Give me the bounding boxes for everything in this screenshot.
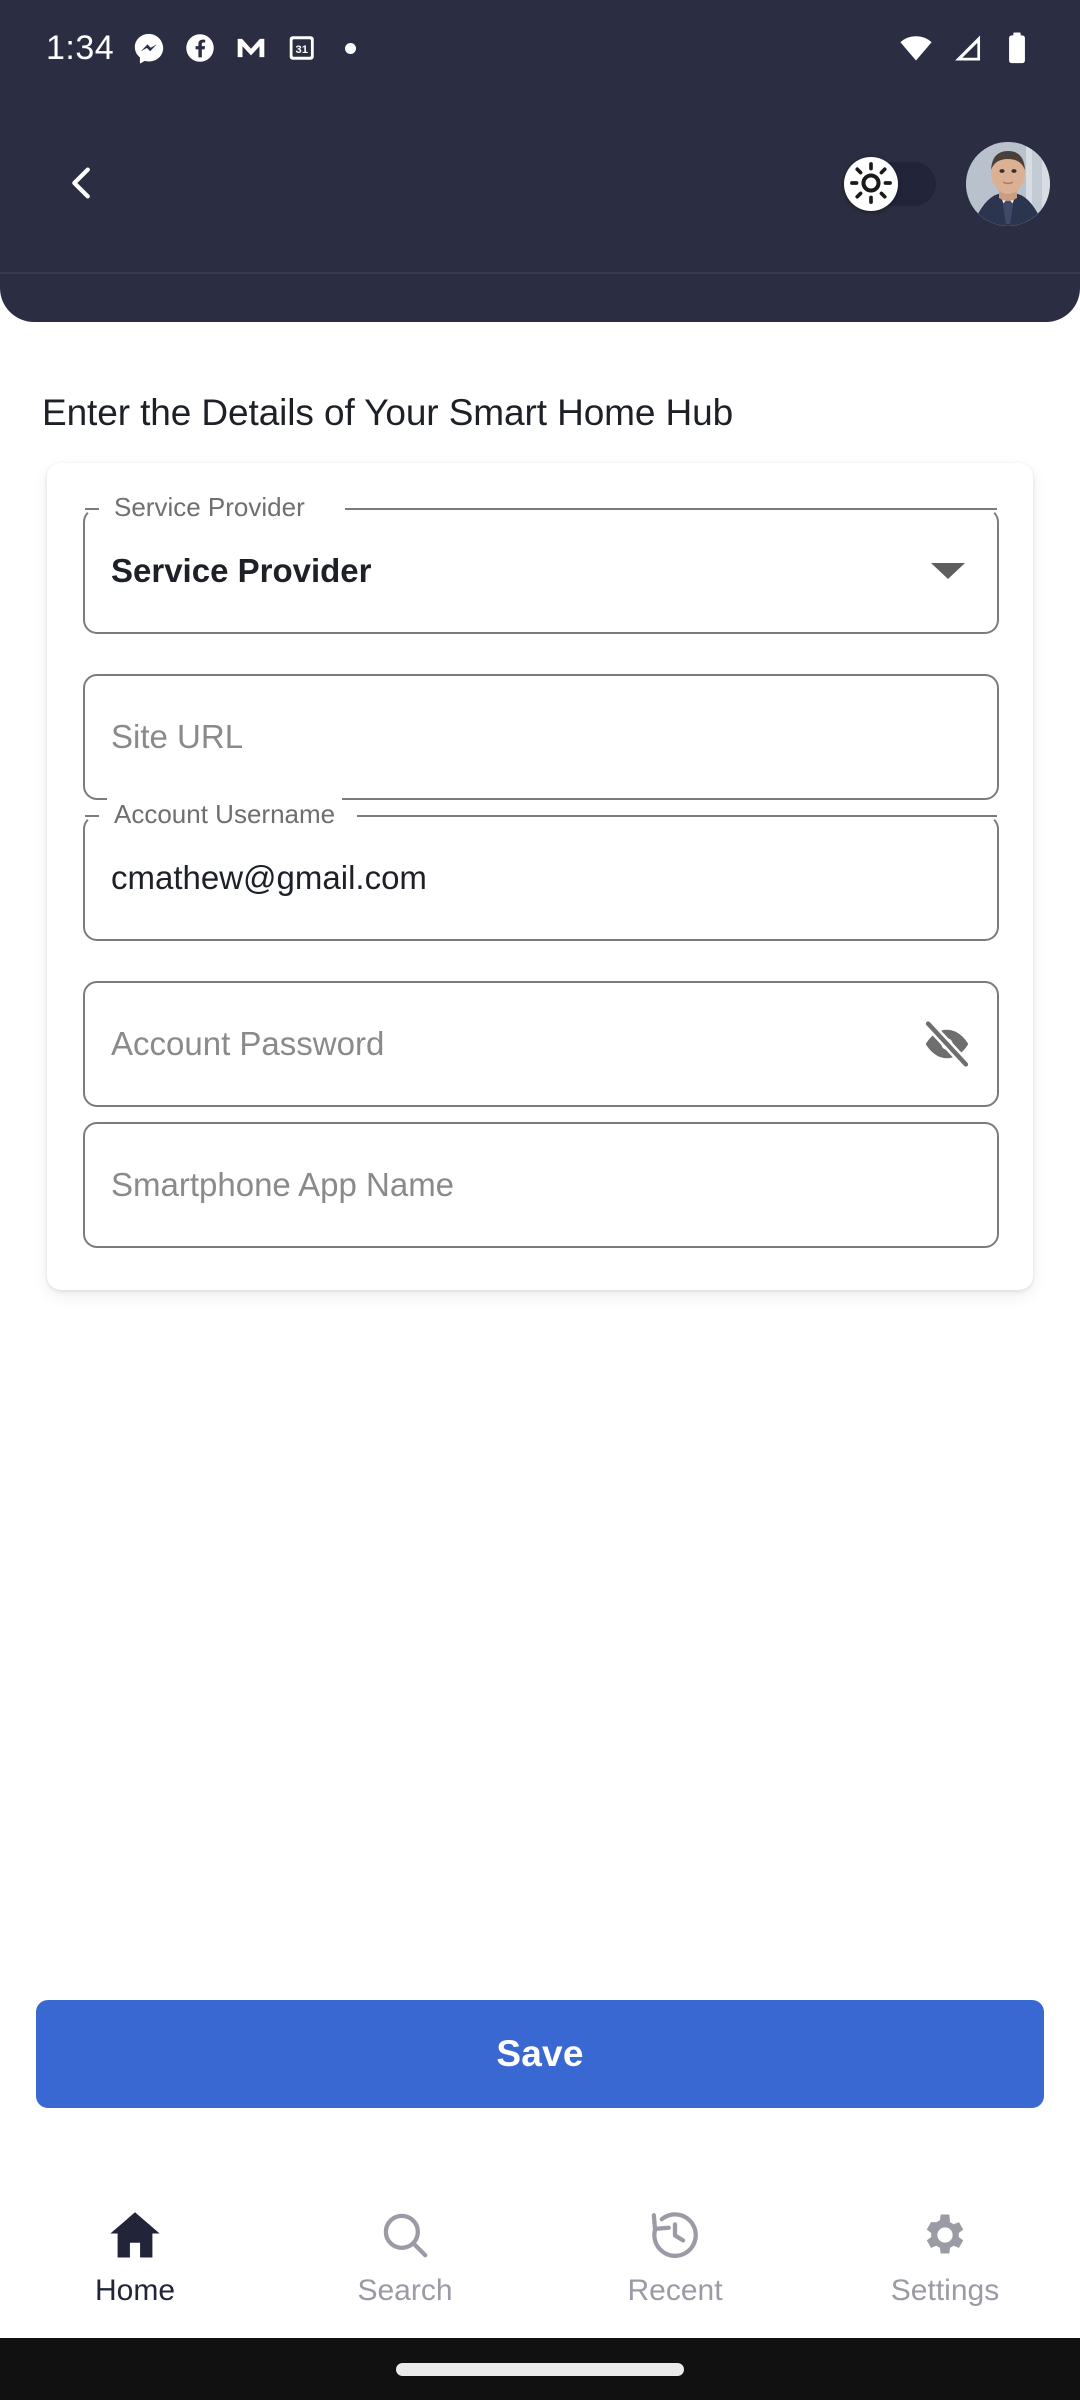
gear-icon (918, 2204, 972, 2266)
field-account-username[interactable]: Account Username cmathew@gmail.com (83, 798, 999, 941)
battery-icon (1002, 31, 1032, 65)
bottom-navigation: Home Search Recent Settings (0, 2190, 1080, 2338)
light-dark-mode-toggle[interactable] (844, 157, 936, 211)
notch-left (85, 815, 99, 817)
field-label: Service Provider (107, 491, 312, 523)
status-bar: 1:34 31 (0, 0, 1080, 96)
facebook-icon (184, 32, 216, 64)
status-time: 1:34 (46, 29, 115, 67)
nav-item-recent[interactable]: Recent (540, 2204, 810, 2306)
phone-screen: 1:34 31 Enter the Details of Your Smart … (0, 0, 1080, 2400)
field-value: cmathew@gmail.com (111, 859, 427, 896)
app-bar-actions (844, 142, 1050, 226)
gesture-nav-area (0, 2338, 1080, 2400)
notification-dot (345, 42, 357, 54)
notch-right (357, 815, 997, 817)
status-bar-right (898, 30, 1040, 66)
home-icon (106, 2204, 164, 2266)
field-account-password[interactable]: Account Password (83, 981, 999, 1107)
svg-text:31: 31 (296, 44, 308, 56)
home-gesture-pill[interactable] (396, 2362, 684, 2376)
cellular-signal-icon (951, 31, 985, 65)
field-label: Account Username (107, 798, 343, 830)
field-placeholder: Account Password (111, 1025, 385, 1062)
field-placeholder: Site URL (111, 718, 244, 755)
chevron-left-icon (59, 160, 105, 209)
form-card: Service Provider Service Provider Site U… (47, 463, 1033, 1290)
sun-icon (849, 161, 893, 208)
app-bar-row (0, 96, 1080, 272)
history-icon (648, 2204, 702, 2266)
field-service-provider[interactable]: Service Provider Service Provider (83, 491, 999, 634)
calendar-icon: 31 (286, 32, 318, 64)
field-placeholder: Smartphone App Name (111, 1166, 455, 1203)
nav-item-home[interactable]: Home (0, 2204, 270, 2306)
field-smartphone-app-name[interactable]: Smartphone App Name (83, 1122, 999, 1248)
field-value: Service Provider (111, 552, 372, 589)
nav-item-search[interactable]: Search (270, 2204, 540, 2306)
page-title: Enter the Details of Your Smart Home Hub (42, 392, 734, 433)
gmail-icon (234, 31, 268, 65)
save-button[interactable]: Save (36, 2000, 1044, 2108)
nav-item-settings[interactable]: Settings (810, 2204, 1080, 2306)
back-button[interactable] (40, 142, 124, 226)
status-bar-left: 1:34 31 (46, 29, 357, 67)
eye-off-icon[interactable] (919, 1016, 975, 1072)
nav-label: Recent (627, 2274, 723, 2307)
wifi-icon (898, 30, 934, 66)
app-bar-divider (0, 272, 1080, 274)
field-site-url[interactable]: Site URL (83, 674, 999, 800)
nav-label: Settings (890, 2274, 1000, 2307)
notch-left (85, 508, 99, 510)
avatar[interactable] (966, 142, 1050, 226)
toggle-knob (844, 157, 898, 211)
nav-label: Home (94, 2274, 176, 2307)
messenger-icon (132, 31, 166, 65)
chevron-down-icon[interactable] (931, 563, 965, 579)
nav-label: Search (357, 2274, 453, 2307)
notch-right (345, 508, 997, 510)
search-icon (378, 2204, 432, 2266)
